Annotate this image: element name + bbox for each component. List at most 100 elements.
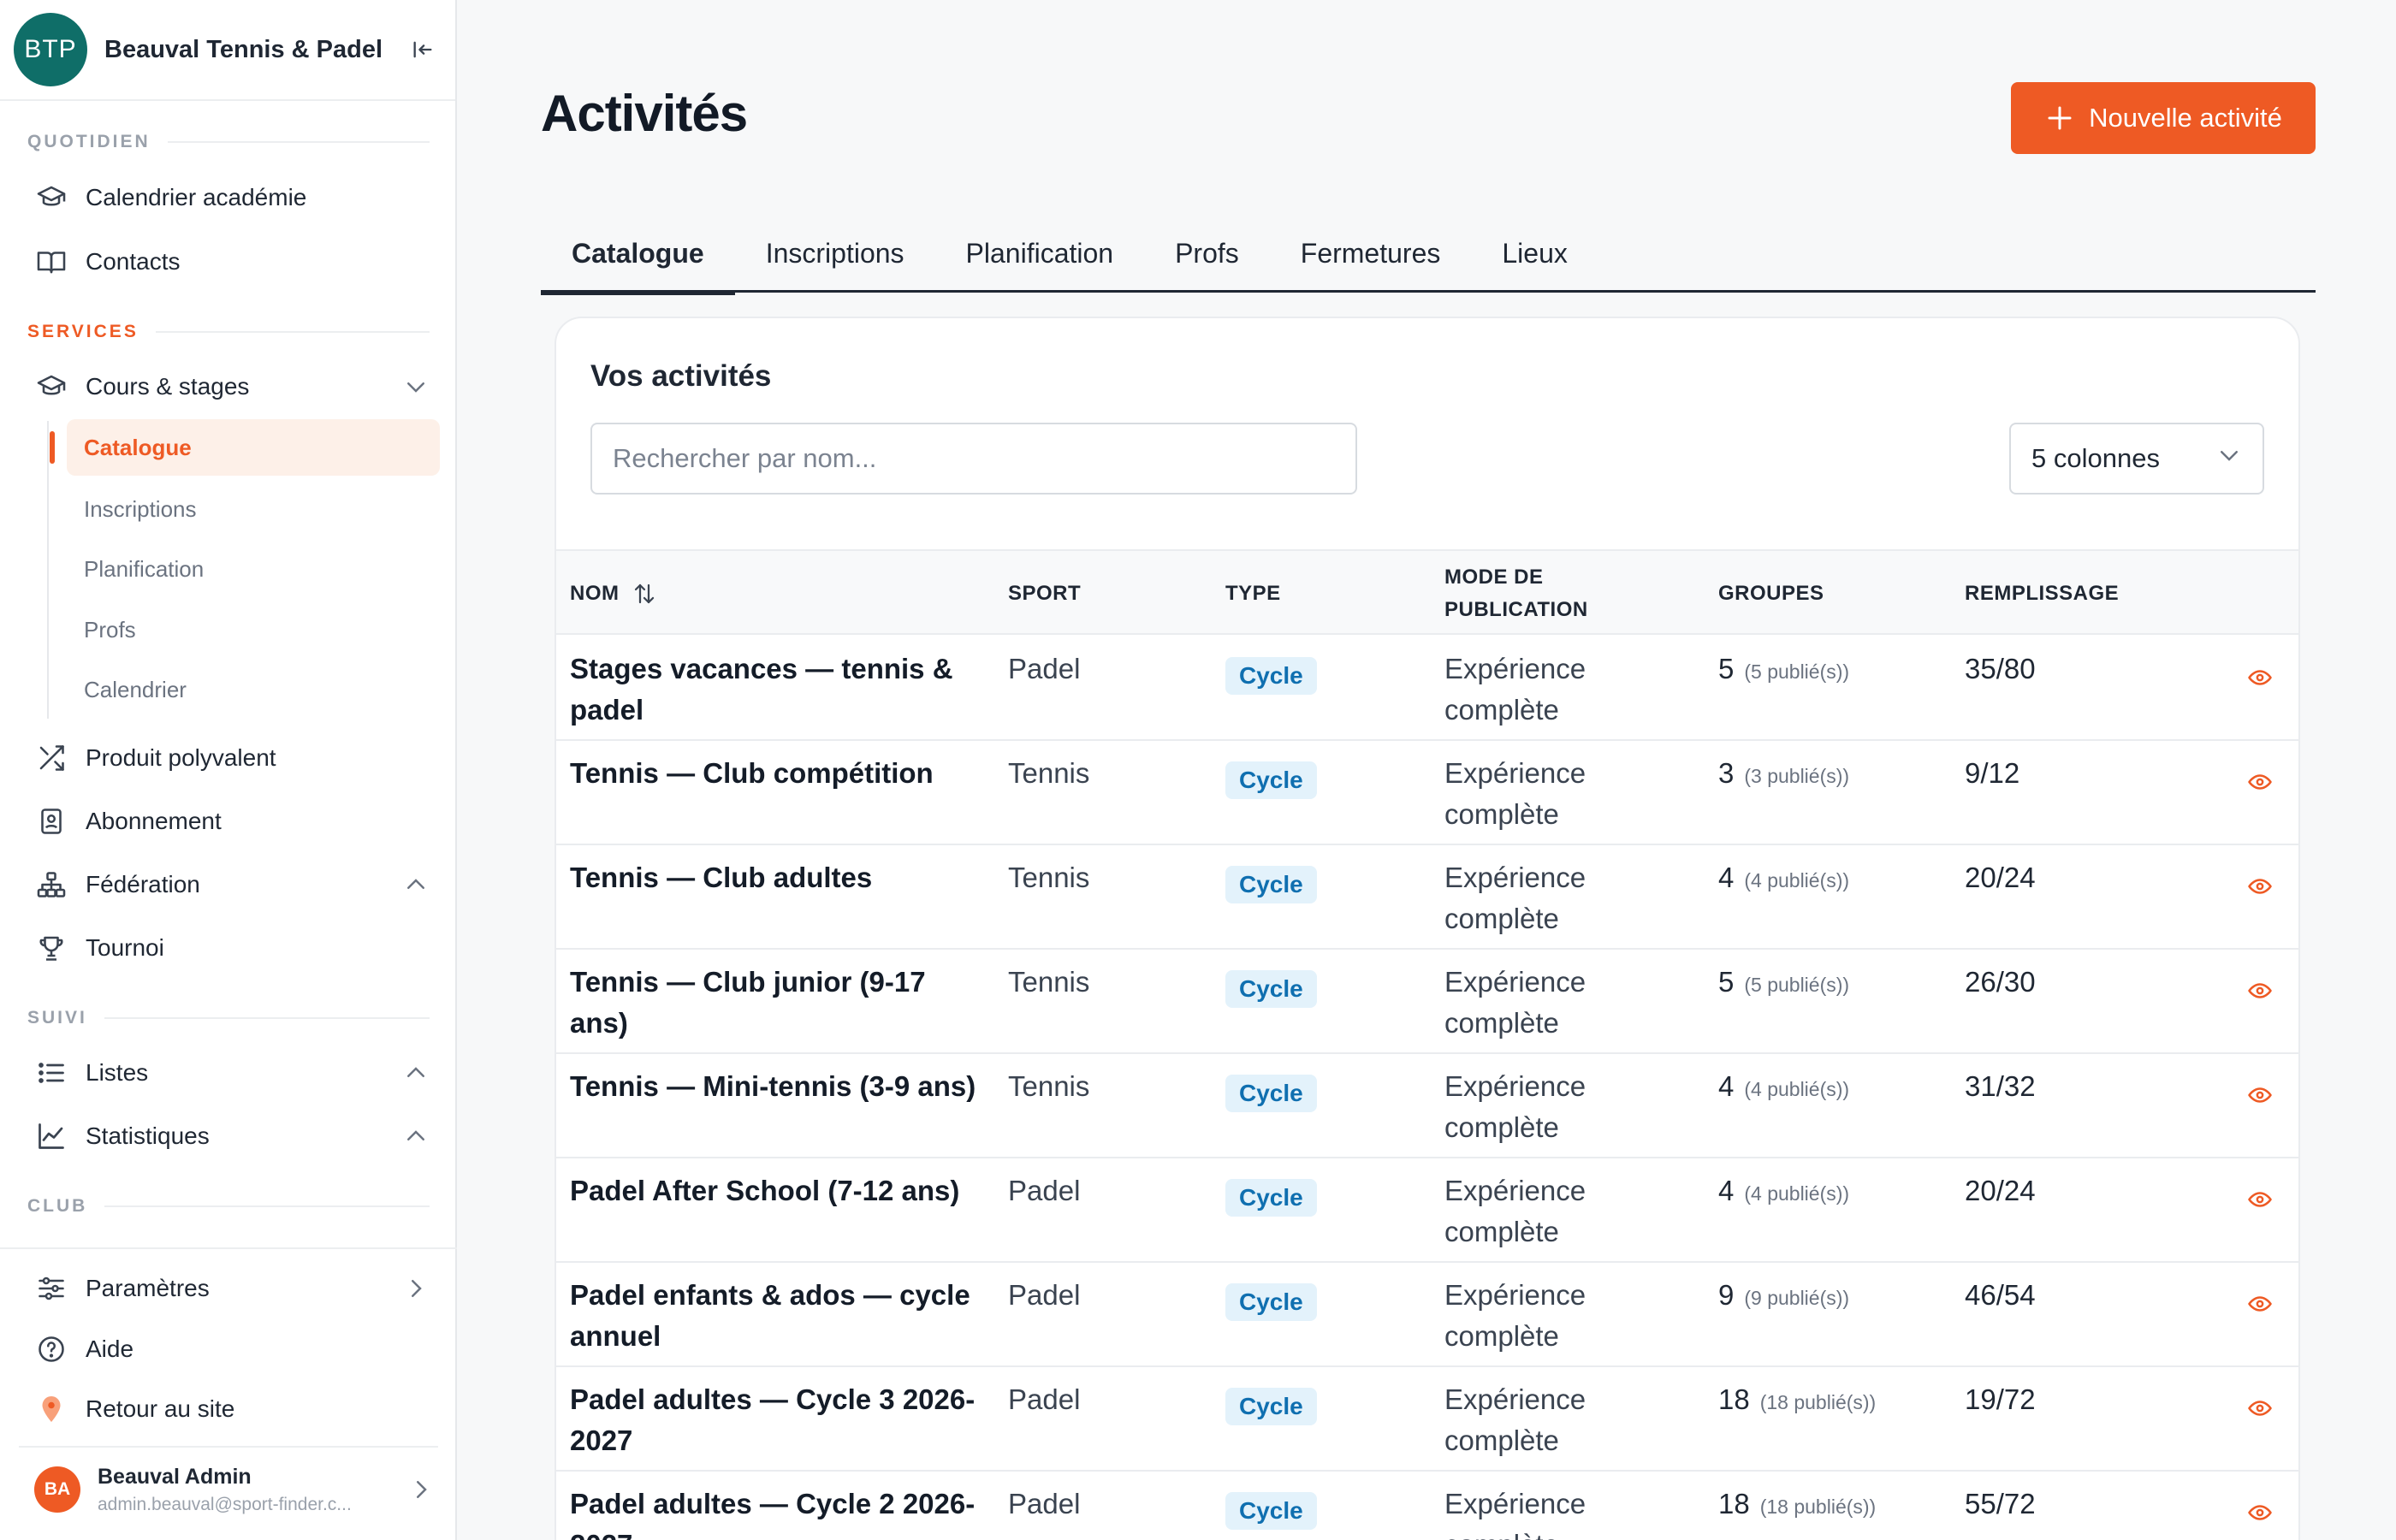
section-divider xyxy=(155,331,430,333)
header-groupes[interactable]: GROUPES xyxy=(1718,551,1824,637)
table-row[interactable]: Tennis — Club compétition Tennis Cycle Expé… xyxy=(556,741,2298,845)
activity-name[interactable]: Padel adultes — Cycle 3 2026-2027 xyxy=(570,1379,989,1461)
sidebar-item-abonnement[interactable]: Abonnement xyxy=(31,797,433,845)
tab-planification[interactable]: Planification xyxy=(935,214,1145,293)
groups-cell: 9 (9 publié(s)) xyxy=(1718,1275,1849,1318)
activity-name[interactable]: Padel After School (7-12 ans) xyxy=(570,1170,989,1211)
tab-inscriptions[interactable]: Inscriptions xyxy=(735,214,935,293)
eye-icon[interactable] xyxy=(2247,1287,2273,1328)
chevron-up-icon[interactable] xyxy=(399,868,433,902)
table-row[interactable]: Tennis — Mini-tennis (3-9 ans) Tennis Cycl… xyxy=(556,1054,2298,1158)
groups-cell: 4 (4 publié(s)) xyxy=(1718,857,1849,901)
chevron-down-icon[interactable] xyxy=(399,370,433,404)
type-cell: Cycle xyxy=(1225,967,1317,1008)
header-sport[interactable]: SPORT xyxy=(1008,551,1081,637)
user-profile[interactable]: BA Beauval Admin admin.beauval@sport-fin… xyxy=(19,1446,438,1531)
activity-sport: Padel xyxy=(1008,1279,1081,1311)
groups-published: (4 publié(s)) xyxy=(1744,869,1850,891)
chevron-up-icon[interactable] xyxy=(399,1119,433,1153)
new-activity-button[interactable]: Nouvelle activité xyxy=(2011,82,2316,154)
eye-icon[interactable] xyxy=(2247,1391,2273,1432)
type-badge: Cycle xyxy=(1225,761,1317,799)
table-row[interactable]: Tennis — Club junior (9-17 ans) Tennis Cyc… xyxy=(556,950,2298,1054)
sidebar-subitem-planification[interactable]: Planification xyxy=(67,541,440,597)
sidebar-subitem-calendrier[interactable]: Calendrier xyxy=(67,661,440,718)
sidebar-item-contacts[interactable]: Contacts xyxy=(31,238,433,286)
sidebar-item-aide[interactable]: Aide xyxy=(31,1325,433,1373)
section-divider xyxy=(104,1205,430,1207)
activity-name[interactable]: Padel enfants & ados — cycle annuel xyxy=(570,1275,989,1357)
groups-cell: 4 (4 publié(s)) xyxy=(1718,1170,1849,1214)
table-row[interactable]: Tennis — Club adultes Tennis Cycle Expérien… xyxy=(556,845,2298,950)
groups-published: (5 publié(s)) xyxy=(1744,974,1850,996)
sidebar-divider xyxy=(0,1247,457,1249)
eye-icon[interactable] xyxy=(2247,869,2273,910)
sidebar-subitem-profs[interactable]: Profs xyxy=(67,601,440,658)
club-logo[interactable]: BTP xyxy=(14,13,87,86)
table-row[interactable]: Padel enfants & ados — cycle annuel Padel… xyxy=(556,1263,2298,1367)
table-row[interactable]: Padel adultes — Cycle 2 2026-2027 Padel Cy… xyxy=(556,1472,2298,1540)
sidebar-item-label: Statistiques xyxy=(86,1122,210,1149)
groups-cell: 3 (3 publié(s)) xyxy=(1718,753,1849,797)
activity-name[interactable]: Tennis — Mini-tennis (3-9 ans) xyxy=(570,1066,989,1107)
chevron-right-icon[interactable] xyxy=(404,1477,438,1502)
graduation-cap-icon xyxy=(31,366,72,407)
sidebar-item-statistiques[interactable]: Statistiques xyxy=(31,1112,433,1160)
collapse-sidebar-icon[interactable] xyxy=(404,31,442,68)
sidebar-item-calendrier-academie[interactable]: Calendrier académie xyxy=(31,174,433,222)
groups-cell: 18 (18 publié(s)) xyxy=(1718,1484,1876,1527)
sidebar-item-parametres[interactable]: Paramètres xyxy=(31,1265,433,1312)
sidebar-item-tournoi[interactable]: Tournoi xyxy=(31,924,433,972)
fill-rate: 55/72 xyxy=(1965,1488,2036,1519)
sidebar-subitem-catalogue[interactable]: Catalogue xyxy=(50,419,440,476)
activity-name[interactable]: Tennis — Club junior (9-17 ans) xyxy=(570,962,989,1044)
sidebar-item-label: Abonnement xyxy=(86,808,222,834)
tab-lieux[interactable]: Lieux xyxy=(1471,214,1598,293)
eye-icon[interactable] xyxy=(2247,1496,2273,1537)
activity-name[interactable]: Padel adultes — Cycle 2 2026-2027 xyxy=(570,1484,989,1540)
sidebar-item-listes[interactable]: Listes xyxy=(31,1049,433,1097)
location-pin-icon xyxy=(31,1389,72,1430)
header-type[interactable]: TYPE xyxy=(1225,551,1281,637)
eye-icon[interactable] xyxy=(2247,1182,2273,1223)
type-badge: Cycle xyxy=(1225,1492,1317,1530)
header-nom[interactable]: NOM xyxy=(570,551,657,637)
eye-icon[interactable] xyxy=(2247,974,2273,1015)
user-meta: Beauval Admin admin.beauval@sport-finder… xyxy=(98,1465,404,1515)
sidebar-item-label: Contacts xyxy=(86,248,181,275)
sidebar-item-produit-polyvalent[interactable]: Produit polyvalent xyxy=(31,734,433,782)
activity-name[interactable]: Stages vacances — tennis & padel xyxy=(570,649,989,731)
columns-select[interactable]: 5 colonnes xyxy=(2009,423,2264,495)
header-mode[interactable]: MODE DE PUBLICATION xyxy=(1444,551,1588,637)
table-row[interactable]: Padel After School (7-12 ans) Padel Cycle E… xyxy=(556,1158,2298,1263)
chevron-right-icon[interactable] xyxy=(399,1271,433,1306)
type-badge: Cycle xyxy=(1225,970,1317,1008)
section-services: SERVICES xyxy=(27,322,430,342)
tab-fermetures[interactable]: Fermetures xyxy=(1270,214,1472,293)
tab-catalogue[interactable]: Catalogue xyxy=(541,214,735,295)
publication-mode: Expérience complète xyxy=(1444,1488,1586,1540)
table-row[interactable]: Padel adultes — Cycle 3 2026-2027 Padel Cy… xyxy=(556,1367,2298,1472)
publication-mode: Expérience complète xyxy=(1444,862,1586,934)
tab-profs[interactable]: Profs xyxy=(1144,214,1270,293)
sidebar-subitem-inscriptions[interactable]: Inscriptions xyxy=(67,481,440,537)
eye-icon[interactable] xyxy=(2247,765,2273,806)
activity-name[interactable]: Tennis — Club adultes xyxy=(570,857,989,898)
sidebar-item-cours-stages[interactable]: Cours & stages xyxy=(31,363,433,411)
search-input[interactable] xyxy=(590,423,1357,495)
main-content: Activités Nouvelle activité Catalogue In… xyxy=(457,0,2396,1540)
sidebar-item-federation[interactable]: Fédération xyxy=(31,861,433,909)
eye-icon[interactable] xyxy=(2247,660,2273,702)
chevron-up-icon[interactable] xyxy=(399,1056,433,1090)
sort-icon[interactable] xyxy=(632,581,657,607)
groups-published: (3 publié(s)) xyxy=(1744,765,1850,787)
activity-name[interactable]: Tennis — Club compétition xyxy=(570,753,989,794)
groups-count: 4 xyxy=(1718,862,1735,893)
columns-select-value: 5 colonnes xyxy=(2031,443,2160,473)
table-row[interactable]: Stages vacances — tennis & padel Padel Cyc… xyxy=(556,637,2298,741)
network-icon xyxy=(31,864,72,905)
eye-icon[interactable] xyxy=(2247,1078,2273,1119)
groups-cell: 5 (5 publié(s)) xyxy=(1718,962,1849,1005)
header-remplissage[interactable]: REMPLISSAGE xyxy=(1965,551,2119,637)
sidebar-item-retour-site[interactable]: Retour au site xyxy=(31,1385,433,1433)
